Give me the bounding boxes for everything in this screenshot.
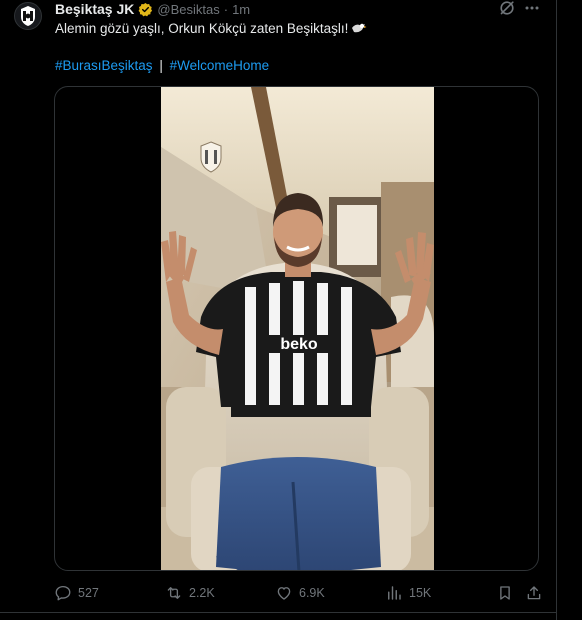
reply-count: 527 xyxy=(78,586,99,600)
tweet-divider xyxy=(0,612,557,613)
handle[interactable]: @Besiktas xyxy=(157,2,219,17)
display-name[interactable]: Beşiktaş JK xyxy=(55,1,134,17)
hashtag-burasibesiktas[interactable]: #BurasıBeşiktaş xyxy=(55,58,153,73)
jersey-sponsor-text: beko xyxy=(280,336,318,353)
besiktas-crest-icon xyxy=(21,6,35,26)
hashtag-separator: | xyxy=(159,58,163,73)
eagle-emoji-icon xyxy=(351,21,367,39)
bookmark-button[interactable] xyxy=(496,582,514,604)
video-player[interactable]: beko xyxy=(161,87,434,570)
more-options-icon[interactable] xyxy=(524,0,540,16)
repost-count: 2.2K xyxy=(189,586,215,600)
heart-icon xyxy=(277,587,291,600)
reply-icon xyxy=(55,585,71,601)
like-count: 6.9K xyxy=(299,586,325,600)
tweet-text-body: Alemin gözü yaşlı, Orkun Kökçü zaten Beş… xyxy=(55,21,349,36)
verified-badge-icon[interactable] xyxy=(138,2,153,17)
avatar[interactable] xyxy=(14,2,42,30)
bookmark-icon xyxy=(500,586,510,600)
reply-button[interactable]: 527 xyxy=(54,582,99,604)
media-card[interactable]: beko xyxy=(54,86,539,571)
repost-button[interactable]: 2.2K xyxy=(165,582,215,604)
action-bar: 527 2.2K 6.9K 15K xyxy=(54,582,544,604)
views-button[interactable]: 15K xyxy=(385,582,431,604)
hashtag-welcomehome[interactable]: #WelcomeHome xyxy=(170,58,270,73)
repost-icon xyxy=(167,587,181,599)
tweet[interactable]: Beşiktaş JK @Besiktas · 1m Alemin gözü y… xyxy=(0,0,557,620)
hashtags: #BurasıBeşiktaş | #WelcomeHome xyxy=(55,57,269,74)
share-button[interactable] xyxy=(525,582,543,604)
grok-icon[interactable] xyxy=(499,0,515,16)
video-frame: beko xyxy=(161,87,434,570)
tweet-header: Beşiktaş JK @Besiktas · 1m xyxy=(55,0,250,18)
timestamp[interactable]: 1m xyxy=(232,2,250,17)
separator-dot: · xyxy=(223,1,229,17)
page-edge xyxy=(557,0,582,620)
share-icon xyxy=(527,586,541,600)
views-count: 15K xyxy=(409,586,432,600)
tweet-text: Alemin gözü yaşlı, Orkun Kökçü zaten Beş… xyxy=(55,20,367,39)
like-button[interactable]: 6.9K xyxy=(275,582,325,604)
views-icon xyxy=(388,586,401,600)
